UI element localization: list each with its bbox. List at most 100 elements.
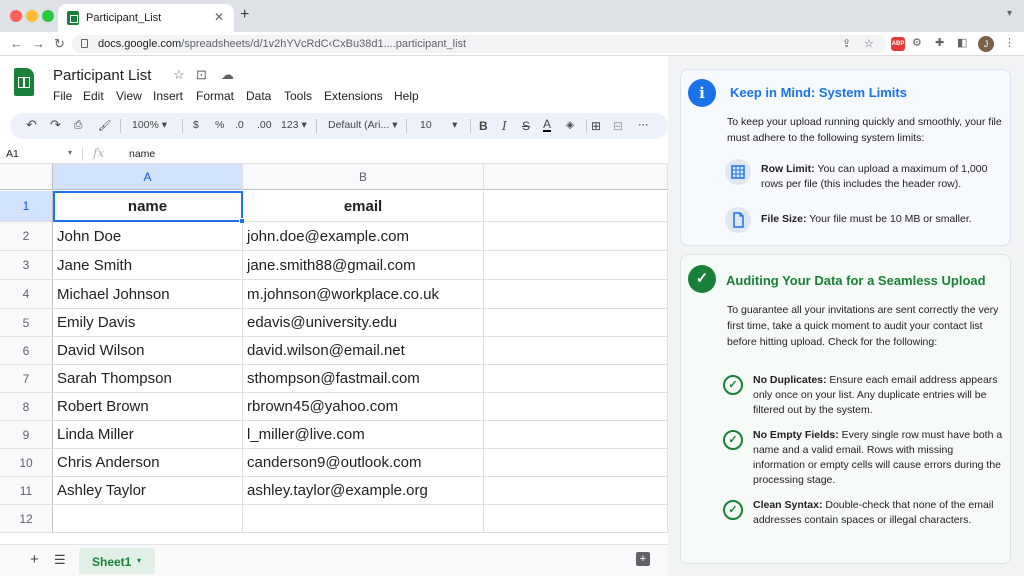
column-header-a[interactable]: A: [53, 164, 243, 190]
side-panel-icon[interactable]: ◧: [957, 36, 967, 49]
all-sheets-menu-icon[interactable]: ☰: [54, 552, 66, 568]
select-all-corner[interactable]: [0, 164, 53, 190]
menu-extensions[interactable]: Extensions: [324, 89, 383, 103]
font-size-select[interactable]: 10 ▾: [420, 119, 457, 131]
redo-icon[interactable]: ↷: [50, 117, 61, 133]
tab-close-icon[interactable]: ✕: [214, 10, 224, 24]
maximize-window-button[interactable]: [42, 10, 54, 22]
close-window-button[interactable]: [10, 10, 22, 22]
merge-cells-icon[interactable]: ⊟: [613, 119, 623, 133]
currency-format-button[interactable]: $: [193, 119, 199, 131]
row-header[interactable]: 6: [0, 337, 53, 365]
add-sheet-icon[interactable]: +: [30, 551, 39, 568]
sheets-logo-icon[interactable]: [14, 68, 34, 96]
cell-name[interactable]: David Wilson: [53, 337, 243, 365]
row-header[interactable]: 4: [0, 280, 53, 309]
cell-empty[interactable]: [484, 393, 668, 421]
strikethrough-icon[interactable]: S: [522, 119, 530, 133]
percent-format-button[interactable]: %: [215, 119, 224, 131]
star-icon[interactable]: ☆: [173, 67, 185, 83]
italic-icon[interactable]: I: [502, 119, 507, 133]
cell-empty[interactable]: [484, 251, 668, 280]
column-header-b[interactable]: B: [243, 164, 484, 190]
cell-name[interactable]: John Doe: [53, 222, 243, 251]
cell-empty[interactable]: [484, 191, 668, 222]
cell-email[interactable]: rbrown45@yahoo.com: [243, 393, 484, 421]
cell-name[interactable]: Ashley Taylor: [53, 477, 243, 505]
menu-file[interactable]: File: [53, 89, 72, 103]
sheet-tab-chevron-icon[interactable]: ▾: [137, 556, 141, 565]
menu-tools[interactable]: Tools: [284, 89, 312, 103]
cell-email[interactable]: edavis@university.edu: [243, 309, 484, 337]
borders-icon[interactable]: ⊞: [591, 119, 601, 133]
cell-email[interactable]: jane.smith88@gmail.com: [243, 251, 484, 280]
row-header[interactable]: 12: [0, 505, 53, 533]
row-header[interactable]: 3: [0, 251, 53, 280]
share-icon[interactable]: ⇪: [842, 37, 851, 50]
browser-menu-icon[interactable]: ⋮: [1004, 36, 1015, 49]
print-icon[interactable]: ⎙: [74, 119, 82, 132]
cell-empty[interactable]: [484, 222, 668, 251]
cell-name[interactable]: Sarah Thompson: [53, 365, 243, 393]
menu-view[interactable]: View: [116, 89, 142, 103]
extension-gear-icon[interactable]: ⚙: [912, 36, 922, 49]
bold-icon[interactable]: B: [479, 119, 488, 133]
menu-edit[interactable]: Edit: [83, 89, 104, 103]
menu-help[interactable]: Help: [394, 89, 419, 103]
menu-insert[interactable]: Insert: [153, 89, 183, 103]
adblock-extension-icon[interactable]: ABP: [891, 37, 905, 51]
menu-format[interactable]: Format: [196, 89, 234, 103]
fill-color-icon[interactable]: ◈: [566, 119, 574, 131]
row-header[interactable]: 11: [0, 477, 53, 505]
decrease-decimal-button[interactable]: .0: [235, 119, 244, 131]
paint-format-icon[interactable]: 🖌: [98, 119, 111, 132]
cell-empty[interactable]: [484, 309, 668, 337]
name-box-chevron-icon[interactable]: ▾: [68, 148, 72, 157]
cell-email[interactable]: canderson9@outlook.com: [243, 449, 484, 477]
cell-name[interactable]: Michael Johnson: [53, 280, 243, 309]
row-header[interactable]: 1: [0, 191, 53, 222]
back-arrow-icon[interactable]: ←: [10, 36, 23, 51]
forward-arrow-icon[interactable]: →: [32, 36, 45, 51]
row-header[interactable]: 5: [0, 309, 53, 337]
number-format-select[interactable]: 123 ▾: [281, 119, 307, 131]
cell-name[interactable]: Linda Miller: [53, 421, 243, 449]
cell-name[interactable]: Chris Anderson: [53, 449, 243, 477]
cell-email[interactable]: john.doe@example.com: [243, 222, 484, 251]
menu-data[interactable]: Data: [246, 89, 271, 103]
header-cell[interactable]: name: [53, 191, 243, 222]
cell-empty[interactable]: [484, 505, 668, 533]
cell-email[interactable]: m.johnson@workplace.co.uk: [243, 280, 484, 309]
header-cell[interactable]: email: [243, 191, 484, 222]
explore-icon[interactable]: +: [636, 552, 650, 566]
cell-name[interactable]: Robert Brown: [53, 393, 243, 421]
cell-email[interactable]: sthompson@fastmail.com: [243, 365, 484, 393]
cell-email[interactable]: l_miller@live.com: [243, 421, 484, 449]
font-select[interactable]: Default (Ari... ▾: [328, 119, 397, 131]
minimize-window-button[interactable]: [26, 10, 38, 22]
browser-tab[interactable]: Participant_List ✕: [58, 4, 234, 32]
name-box[interactable]: A1: [6, 148, 19, 160]
cloud-status-icon[interactable]: ☁: [221, 67, 234, 83]
cell-name[interactable]: Jane Smith: [53, 251, 243, 280]
new-tab-icon[interactable]: +: [240, 6, 249, 24]
cell-email[interactable]: [243, 505, 484, 533]
cell-empty[interactable]: [484, 421, 668, 449]
profile-avatar[interactable]: J: [978, 36, 994, 52]
cell-empty[interactable]: [484, 477, 668, 505]
formula-input[interactable]: name: [129, 148, 155, 160]
cell-empty[interactable]: [484, 337, 668, 365]
move-folder-icon[interactable]: ⊡: [196, 67, 207, 83]
bookmark-star-icon[interactable]: ☆: [864, 37, 874, 50]
fill-handle[interactable]: [239, 218, 245, 224]
cell-email[interactable]: david.wilson@email.net: [243, 337, 484, 365]
cell-empty[interactable]: [484, 449, 668, 477]
url-input[interactable]: docs.google.com/spreadsheets/d/1v2hYVcRd…: [72, 35, 886, 53]
increase-decimal-button[interactable]: .00: [257, 119, 272, 131]
row-header[interactable]: 8: [0, 393, 53, 421]
cell-empty[interactable]: [484, 280, 668, 309]
cell-email[interactable]: ashley.taylor@example.org: [243, 477, 484, 505]
text-color-icon[interactable]: A: [543, 118, 552, 132]
row-header[interactable]: 2: [0, 222, 53, 251]
more-tools-icon[interactable]: ⋯: [638, 119, 649, 131]
